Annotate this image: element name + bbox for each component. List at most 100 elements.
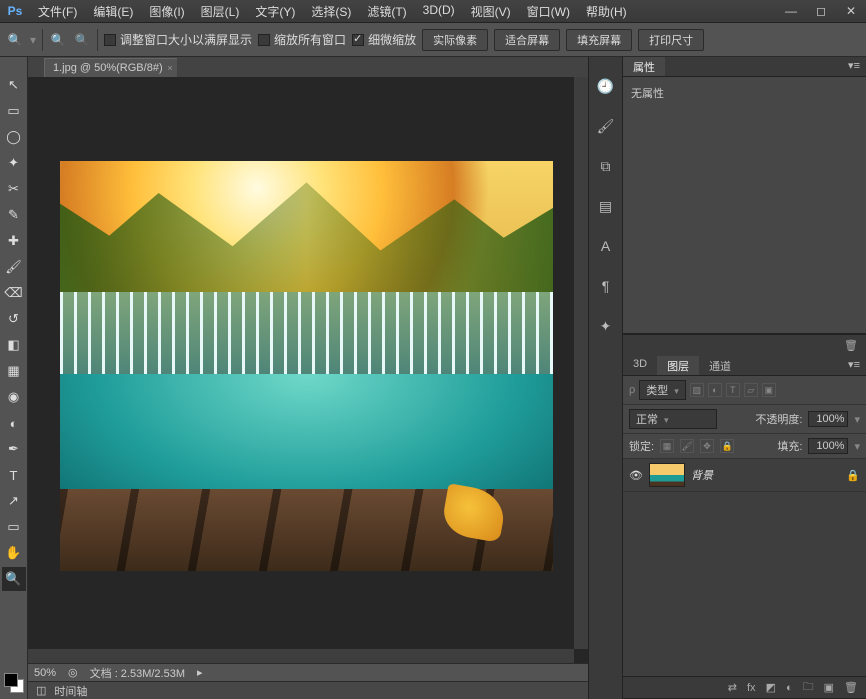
color-swatches[interactable] xyxy=(4,673,24,693)
lock-pixels-icon[interactable]: 🖌 xyxy=(680,439,694,453)
visibility-icon[interactable]: 👁 xyxy=(629,469,643,482)
filter-kind-dropdown[interactable]: 类型 xyxy=(639,380,686,400)
foreground-color-swatch[interactable] xyxy=(4,673,18,687)
timeline-toggle-icon[interactable]: ◫ xyxy=(36,684,46,697)
close-tab-icon[interactable]: × xyxy=(167,63,172,73)
app-logo: Ps xyxy=(4,2,26,20)
zoom-tool-icon[interactable]: 🔍 xyxy=(6,31,24,49)
lasso-tool[interactable]: ◯ xyxy=(2,125,26,149)
history-panel-icon[interactable]: 🕘 xyxy=(595,75,617,97)
resize-window-checkbox[interactable]: 调整窗口大小以满屏显示 xyxy=(104,31,252,48)
filter-pixel-icon[interactable]: ▨ xyxy=(690,383,704,397)
layer-fx-icon[interactable]: fx xyxy=(747,682,756,694)
actual-pixels-button[interactable]: 实际像素 xyxy=(422,29,488,51)
layers-panel: 3D 图层 通道 ▾≡ ρ 类型 ▨ ◐ T ▱ ▣ 正常 不透明度: 100%… xyxy=(623,356,866,699)
menu-edit[interactable]: 编辑(E) xyxy=(85,0,141,23)
healing-tool[interactable]: ✚ xyxy=(2,229,26,253)
type-tool[interactable]: T xyxy=(2,463,26,487)
crop-tool[interactable]: ✂ xyxy=(2,177,26,201)
trash-icon[interactable]: 🗑 xyxy=(844,339,858,352)
brush-tool[interactable]: 🖌 xyxy=(2,255,26,279)
zoom-all-checkbox[interactable]: 缩放所有窗口 xyxy=(258,31,346,48)
layer-row[interactable]: 👁 背景 🔒 xyxy=(623,459,866,492)
zoom-level[interactable]: 50% xyxy=(34,667,56,679)
vertical-scrollbar[interactable] xyxy=(574,77,588,649)
zoom-out-icon[interactable]: 🔍 xyxy=(73,31,91,49)
filter-smart-icon[interactable]: ▣ xyxy=(762,383,776,397)
collapsed-panels: 🕘 🖌 ⧉ ▤ A ¶ ✦ xyxy=(588,57,622,699)
window-maximize-button[interactable]: ◻ xyxy=(806,1,836,21)
menu-window[interactable]: 窗口(W) xyxy=(519,0,578,23)
group-icon[interactable]: 🗀 xyxy=(803,678,814,697)
swatches-panel-icon[interactable]: ▤ xyxy=(595,195,617,217)
menu-layer[interactable]: 图层(L) xyxy=(193,0,248,23)
marquee-tool[interactable]: ▭ xyxy=(2,99,26,123)
paragraph-panel-icon[interactable]: ¶ xyxy=(595,275,617,297)
lock-position-icon[interactable]: ✥ xyxy=(700,439,714,453)
gradient-tool[interactable]: ▦ xyxy=(2,359,26,383)
actions-panel-icon[interactable]: ✦ xyxy=(595,315,617,337)
layer-thumbnail[interactable] xyxy=(649,463,685,487)
delete-layer-icon[interactable]: 🗑 xyxy=(844,681,858,694)
eyedropper-tool[interactable]: ✎ xyxy=(2,203,26,227)
window-minimize-button[interactable]: — xyxy=(776,1,806,21)
doc-info-arrow-icon[interactable]: ▸ xyxy=(197,666,203,679)
canvas-area[interactable] xyxy=(28,77,588,663)
zoom-in-icon[interactable]: 🔍 xyxy=(49,31,67,49)
filter-shape-icon[interactable]: ▱ xyxy=(744,383,758,397)
lock-trans-icon[interactable]: ▦ xyxy=(660,439,674,453)
zoom-all-label: 缩放所有窗口 xyxy=(274,31,346,48)
layer-mask-icon[interactable]: ◩ xyxy=(766,681,776,694)
menu-type[interactable]: 文字(Y) xyxy=(247,0,303,23)
scrubby-zoom-checkbox[interactable]: 细微缩放 xyxy=(352,31,416,48)
magic-wand-tool[interactable]: ✦ xyxy=(2,151,26,175)
menu-view[interactable]: 视图(V) xyxy=(463,0,519,23)
menu-select[interactable]: 选择(S) xyxy=(303,0,359,23)
shape-tool[interactable]: ▭ xyxy=(2,515,26,539)
character-panel-icon[interactable]: A xyxy=(595,235,617,257)
menu-filter[interactable]: 滤镜(T) xyxy=(359,0,414,23)
properties-panel: 属性 ▾≡ 无属性 🗑 xyxy=(623,57,866,356)
blur-tool[interactable]: ◉ xyxy=(2,385,26,409)
horizontal-scrollbar[interactable] xyxy=(28,649,574,663)
layers-menu-icon[interactable]: ▾≡ xyxy=(842,356,866,375)
clone-panel-icon[interactable]: ⧉ xyxy=(595,155,617,177)
nav-icon[interactable]: ◎ xyxy=(68,666,78,679)
move-tool[interactable]: ↖ xyxy=(2,73,26,97)
eraser-tool[interactable]: ◧ xyxy=(2,333,26,357)
window-close-button[interactable]: ✕ xyxy=(836,1,866,21)
dodge-tool[interactable]: ◐ xyxy=(2,411,26,435)
properties-menu-icon[interactable]: ▾≡ xyxy=(842,57,866,76)
menu-3d[interactable]: 3D(D) xyxy=(415,0,463,23)
layer-name[interactable]: 背景 xyxy=(691,467,713,483)
stamp-tool[interactable]: ⌫ xyxy=(2,281,26,305)
properties-tab[interactable]: 属性 xyxy=(623,57,665,76)
fill-screen-button[interactable]: 填充屏幕 xyxy=(566,29,632,51)
brush-panel-icon[interactable]: 🖌 xyxy=(595,115,617,137)
tab-channels[interactable]: 通道 xyxy=(699,356,741,375)
filter-type-icon[interactable]: T xyxy=(726,383,740,397)
history-brush-tool[interactable]: ↺ xyxy=(2,307,26,331)
zoom-tool[interactable]: 🔍 xyxy=(2,567,26,591)
menu-help[interactable]: 帮助(H) xyxy=(578,0,635,23)
path-select-tool[interactable]: ↗ xyxy=(2,489,26,513)
print-size-button[interactable]: 打印尺寸 xyxy=(638,29,704,51)
layer-list: 👁 背景 🔒 xyxy=(623,459,866,676)
pen-tool[interactable]: ✒ xyxy=(2,437,26,461)
filter-adjust-icon[interactable]: ◐ xyxy=(708,383,722,397)
menu-image[interactable]: 图像(I) xyxy=(141,0,192,23)
fill-field[interactable]: 100% xyxy=(808,438,848,454)
link-layers-icon[interactable]: ⇄ xyxy=(728,681,737,694)
hand-tool[interactable]: ✋ xyxy=(2,541,26,565)
tab-3d[interactable]: 3D xyxy=(623,356,657,375)
adjustment-layer-icon[interactable]: ◐ xyxy=(786,682,793,694)
lock-all-icon[interactable]: 🔒 xyxy=(720,439,734,453)
document-tab[interactable]: 1.jpg @ 50%(RGB/8#) × xyxy=(44,58,177,77)
blend-mode-dropdown[interactable]: 正常 xyxy=(629,409,717,429)
tab-layers[interactable]: 图层 xyxy=(657,356,699,375)
opacity-field[interactable]: 100% xyxy=(808,411,848,427)
new-layer-icon[interactable]: ▣ xyxy=(824,681,834,694)
timeline-panel[interactable]: ◫ 时间轴 xyxy=(28,681,588,699)
fit-screen-button[interactable]: 适合屏幕 xyxy=(494,29,560,51)
menu-file[interactable]: 文件(F) xyxy=(30,0,85,23)
